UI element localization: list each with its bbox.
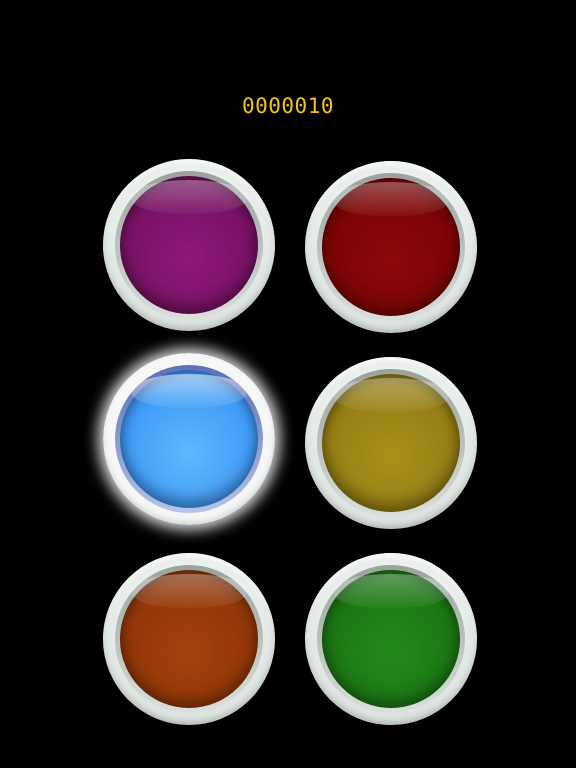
button-gloss bbox=[333, 378, 449, 412]
score-display: 0000010 bbox=[241, 94, 334, 118]
green-button[interactable] bbox=[305, 553, 477, 725]
button-gloss bbox=[333, 574, 449, 608]
red-button[interactable] bbox=[305, 161, 477, 333]
yellow-button[interactable] bbox=[305, 357, 477, 529]
blue-button[interactable] bbox=[103, 353, 275, 525]
button-gloss bbox=[333, 182, 449, 216]
purple-button[interactable] bbox=[103, 159, 275, 331]
button-gloss bbox=[131, 180, 247, 214]
orange-button[interactable] bbox=[103, 553, 275, 725]
button-gloss bbox=[131, 374, 247, 408]
button-gloss bbox=[131, 574, 247, 608]
